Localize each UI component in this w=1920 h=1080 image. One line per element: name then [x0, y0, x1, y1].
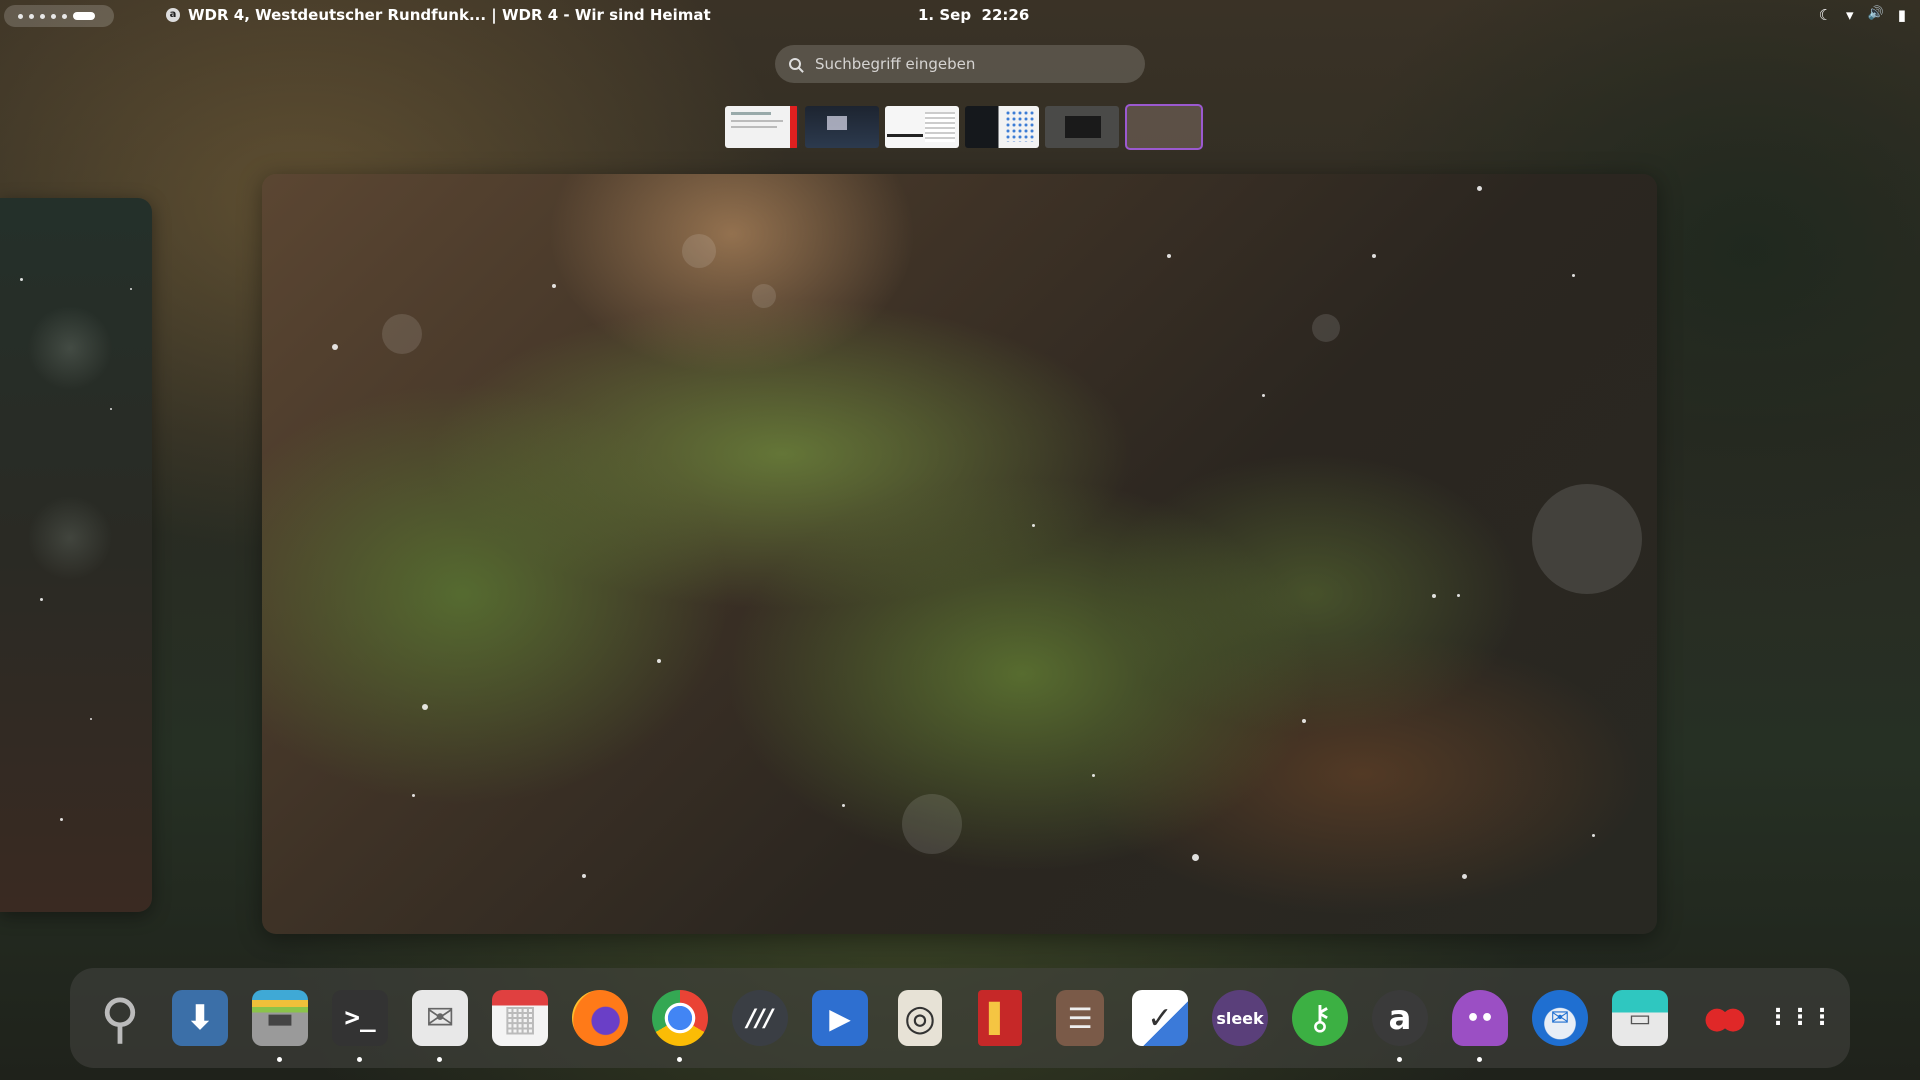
workspace-thumbnail-active[interactable] — [1125, 104, 1203, 150]
workspace-preview-previous[interactable] — [0, 198, 152, 912]
running-indicator — [277, 1057, 282, 1062]
amazon-icon: a — [1372, 990, 1428, 1046]
mail-scheduler-icon: ✉ — [412, 990, 468, 1046]
calendar-icon: ▦ — [492, 990, 548, 1046]
dock-item[interactable]: ✉ — [410, 988, 470, 1062]
tasks-icon: ✓ — [1132, 990, 1188, 1046]
dock-item[interactable]: ✉ — [1530, 988, 1590, 1048]
app-icon: a — [166, 8, 180, 22]
workspace-dot[interactable] — [62, 13, 67, 19]
search-input[interactable] — [813, 54, 1117, 74]
workspace-dot[interactable] — [18, 13, 23, 19]
dock-item[interactable]: ▦ — [490, 988, 550, 1048]
magnifier-icon: ⚲ — [100, 986, 140, 1050]
cherry-icon: ●● — [1703, 1000, 1746, 1036]
ghost-chat-icon: •• — [1452, 990, 1508, 1046]
dock-item[interactable]: ▭ — [1610, 988, 1670, 1048]
wifi-icon: ▾ — [1846, 6, 1854, 24]
workspace-dot-active[interactable] — [73, 12, 95, 20]
clock-date: 1. Sep — [918, 6, 972, 24]
dock-item[interactable]: sleek — [1210, 988, 1270, 1048]
dock-item[interactable]: ⬇ — [170, 988, 230, 1048]
workspace-thumbnail[interactable] — [1045, 106, 1119, 148]
terminal-icon: >_ — [332, 990, 388, 1046]
clock-time: 22:26 — [981, 6, 1030, 24]
dock-item[interactable]: ●● — [1690, 988, 1750, 1048]
running-indicator — [1477, 1057, 1482, 1062]
workspace-dot[interactable] — [51, 13, 56, 19]
volume-icon: 🔊 — [1867, 6, 1884, 21]
running-indicator — [1397, 1057, 1402, 1062]
workspace-preview-current[interactable] — [262, 174, 1657, 934]
dock-item[interactable]: ◉ — [650, 988, 710, 1062]
downloads-icon: ⬇ — [172, 990, 228, 1046]
clock[interactable]: 1. Sep 22:26 — [918, 6, 1029, 24]
app-menu[interactable]: a WDR 4, Westdeutscher Rundfunk... | WDR… — [166, 6, 711, 24]
sleek-icon: sleek — [1212, 990, 1268, 1046]
search-icon — [789, 58, 801, 70]
workspace-thumbnails — [725, 104, 1203, 150]
dock-item[interactable]: /// — [730, 988, 790, 1048]
dock-item[interactable]: •• — [1450, 988, 1510, 1062]
dock: ⚲ ⬇ ▬ >_ ✉ ▦ ● ◉ /// ▶ ◎ ▌ ☰ ✓ sleek — [70, 968, 1850, 1068]
window-title: WDR 4, Westdeutscher Rundfunk... | WDR 4… — [188, 6, 711, 24]
dock-item[interactable]: >_ — [330, 988, 390, 1062]
workspace-thumbnail[interactable] — [805, 106, 879, 148]
scanner-icon: ▭ — [1612, 990, 1668, 1046]
keyring-icon: ⚷ — [1292, 990, 1348, 1046]
chrome-icon: ◉ — [652, 990, 708, 1046]
system-tray[interactable]: ☾ ▾ 🔊 ▮ — [1819, 6, 1906, 24]
clipboard-icon: ☰ — [1056, 990, 1104, 1046]
dock-item[interactable]: ☰ — [1050, 988, 1110, 1048]
workspace-indicator[interactable] — [4, 5, 114, 27]
workspace-dot[interactable] — [29, 13, 34, 19]
app-grid-icon: ⋮⋮⋮ — [1767, 1005, 1833, 1030]
workspace-thumbnail[interactable] — [885, 106, 959, 148]
dock-item[interactable]: ⚷ — [1290, 988, 1350, 1048]
workspace-thumbnail[interactable] — [965, 106, 1039, 148]
dock-item[interactable]: ⚲ — [90, 986, 150, 1050]
running-indicator — [437, 1057, 442, 1062]
firefox-icon: ● — [572, 990, 628, 1046]
thunderbird-icon: ✉ — [1532, 990, 1588, 1046]
dock-item[interactable]: ◎ — [890, 988, 950, 1048]
running-indicator — [677, 1057, 682, 1062]
dock-item[interactable]: ⋮⋮⋮ — [1767, 988, 1833, 1048]
video-player-icon: ▶ — [812, 990, 868, 1046]
search-bar[interactable] — [775, 45, 1145, 83]
dock-item[interactable]: ▌ — [970, 988, 1030, 1048]
night-light-icon: ☾ — [1818, 6, 1833, 24]
dock-item[interactable]: ✓ — [1130, 988, 1190, 1048]
speaker-icon: ◎ — [898, 990, 942, 1046]
files-icon: ▬ — [252, 990, 308, 1046]
book-icon: ▌ — [978, 990, 1022, 1046]
zoom-like-icon: /// — [732, 990, 788, 1046]
running-indicator — [357, 1057, 362, 1062]
top-bar: a WDR 4, Westdeutscher Rundfunk... | WDR… — [0, 0, 1920, 32]
workspace-dot[interactable] — [40, 13, 45, 19]
dock-item[interactable]: ● — [570, 988, 630, 1048]
battery-icon: ▮ — [1897, 6, 1906, 24]
dock-item[interactable]: ▬ — [250, 988, 310, 1062]
dock-item[interactable]: ▶ — [810, 988, 870, 1048]
dock-item[interactable]: a — [1370, 988, 1430, 1062]
workspace-thumbnail[interactable] — [725, 106, 799, 148]
